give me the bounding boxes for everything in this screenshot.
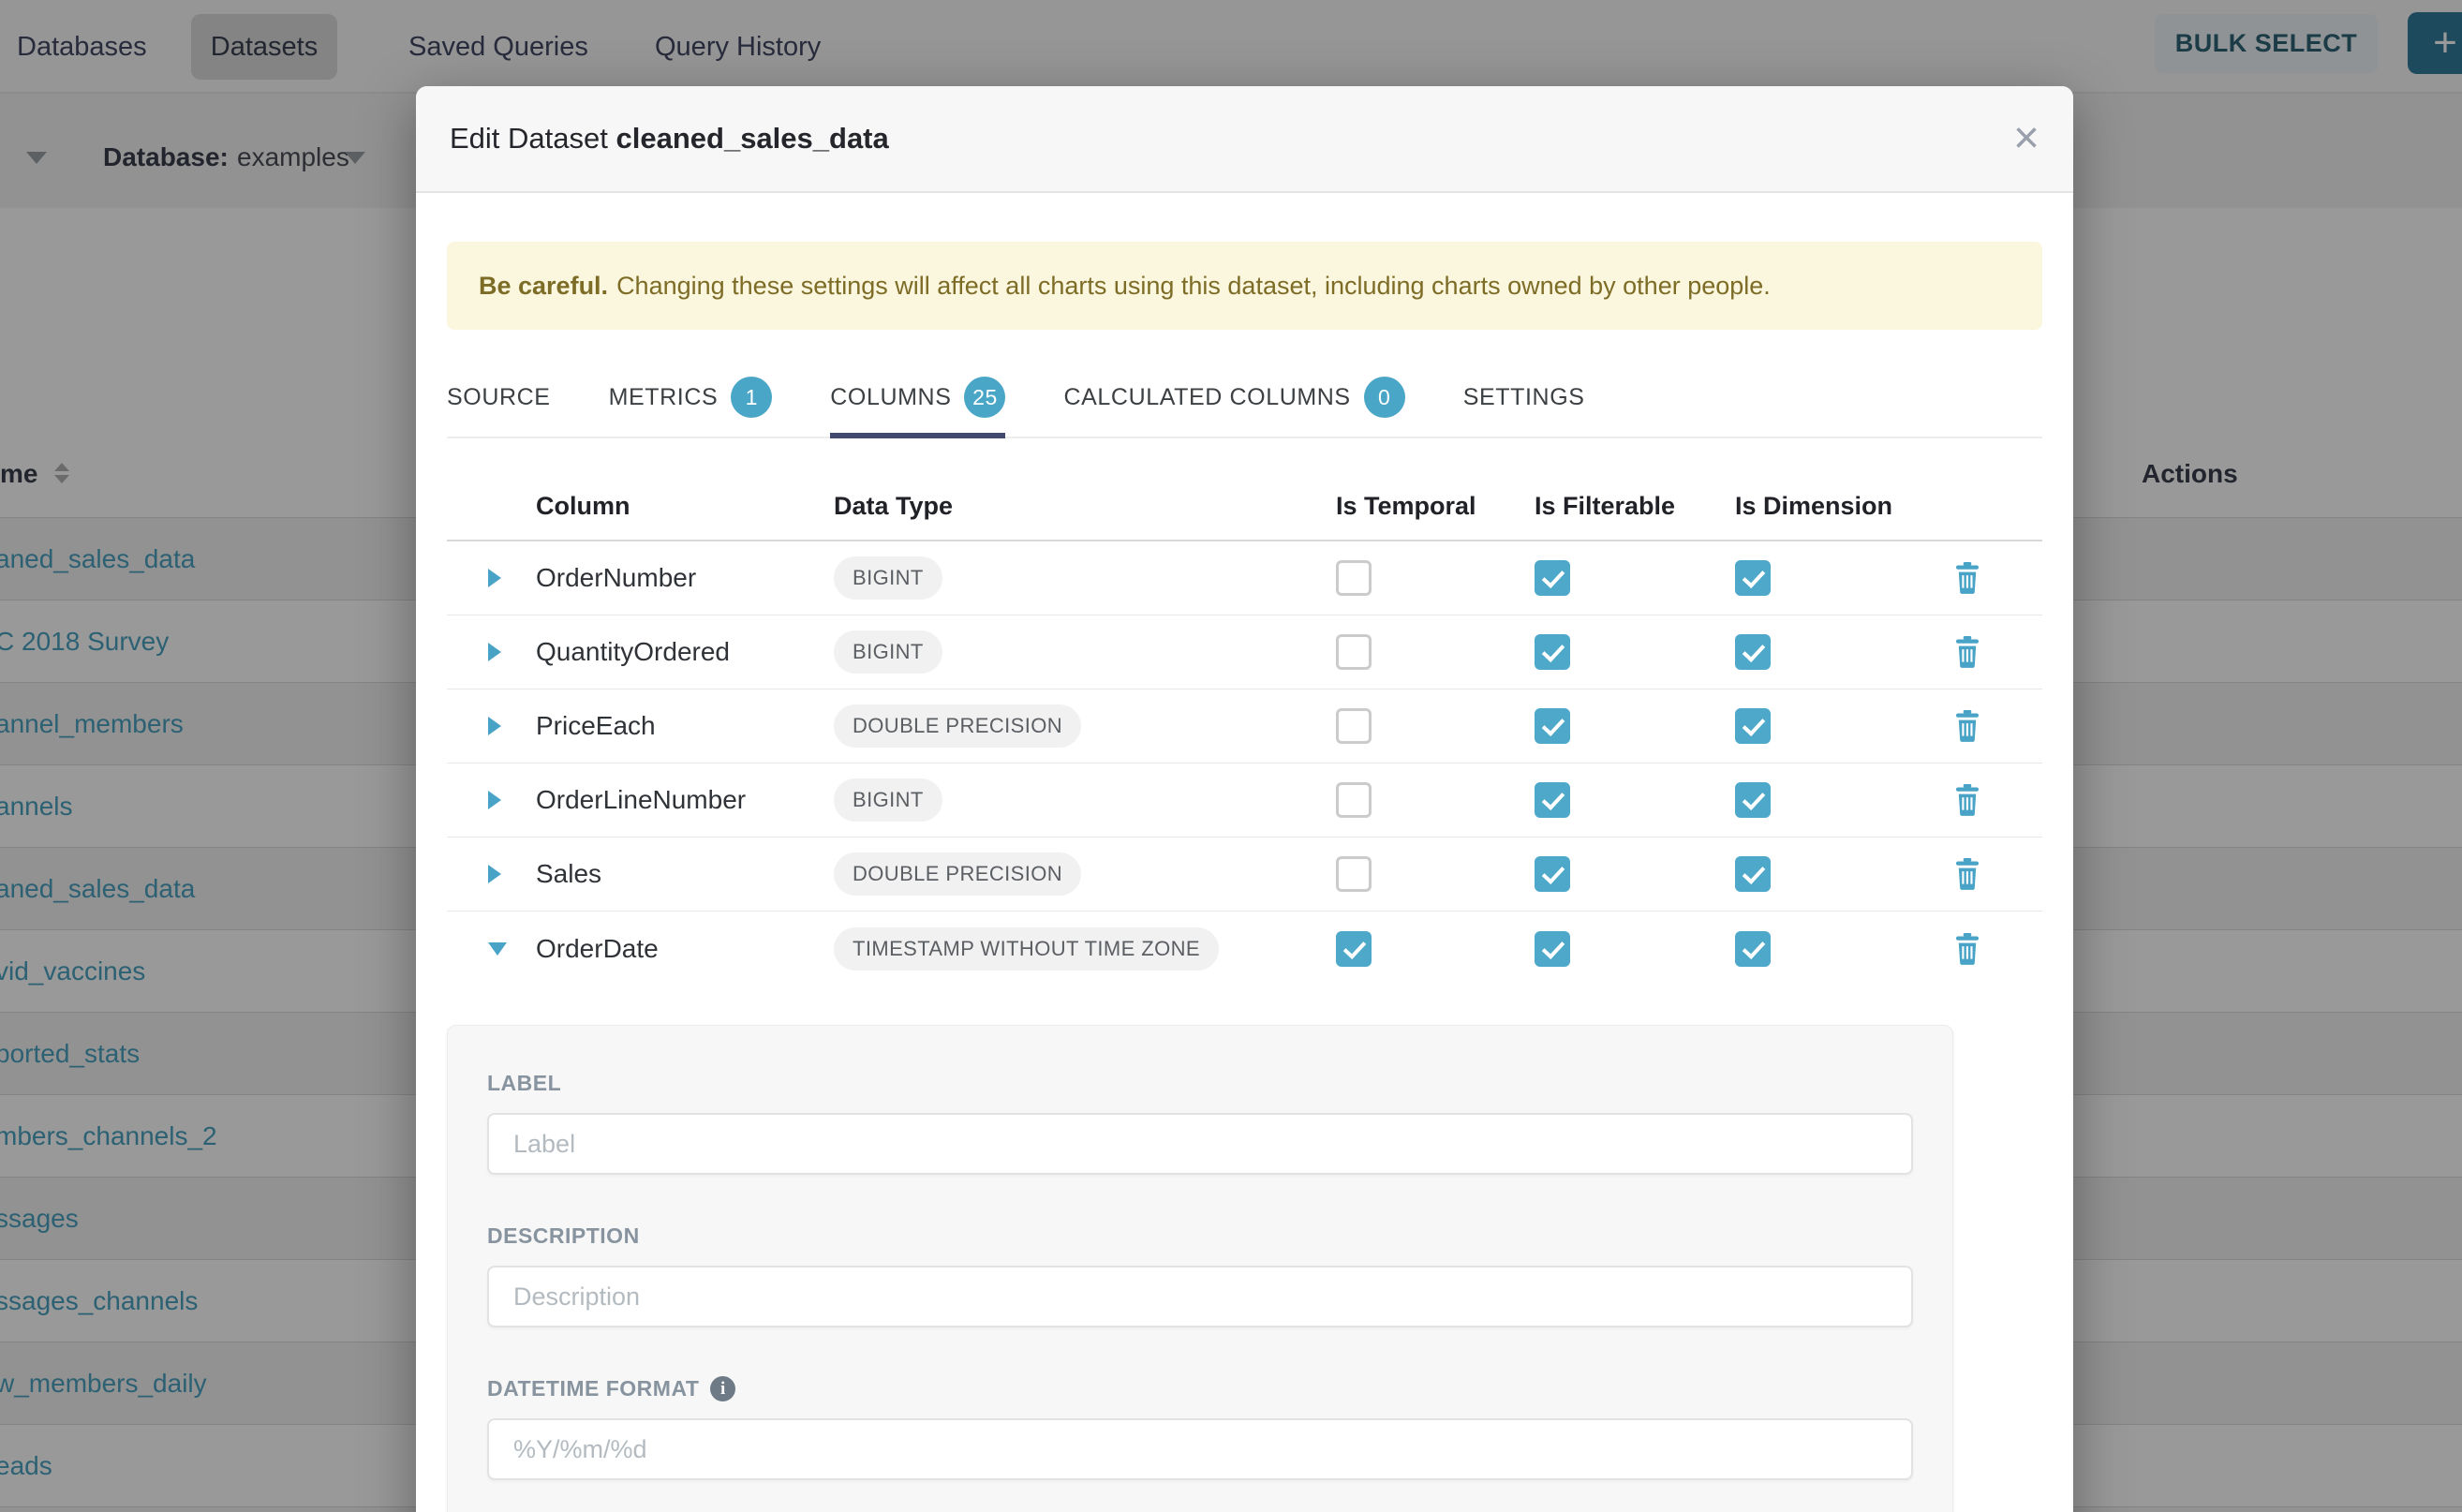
data-type-pill: TIMESTAMP WITHOUT TIME ZONE xyxy=(834,927,1219,971)
is-filterable-checkbox[interactable] xyxy=(1535,931,1570,967)
warning-banner: Be careful. Changing these settings will… xyxy=(447,242,2042,330)
column-row: OrderNumber BIGINT xyxy=(447,541,2042,615)
header-data-type: Data Type xyxy=(834,492,1336,521)
column-name: QuantityOrdered xyxy=(536,637,834,667)
column-row: PriceEach DOUBLE PRECISION xyxy=(447,689,2042,763)
columns-table-header: Column Data Type Is Temporal Is Filterab… xyxy=(447,438,2042,541)
is-dimension-checkbox[interactable] xyxy=(1735,931,1771,967)
datetime-format-field-label: DATETIME FORMAT i xyxy=(487,1376,1913,1401)
calculated-columns-count-badge: 0 xyxy=(1364,377,1405,418)
data-type-pill: DOUBLE PRECISION xyxy=(834,852,1081,896)
warning-banner-text: Changing these settings will affect all … xyxy=(616,272,1771,301)
info-icon[interactable]: i xyxy=(710,1376,735,1401)
screen: Databases Datasets Saved Queries Query H… xyxy=(0,0,2462,1512)
is-filterable-checkbox[interactable] xyxy=(1535,782,1570,818)
metrics-count-badge: 1 xyxy=(731,377,772,418)
trash-icon[interactable] xyxy=(1953,784,1981,816)
description-input[interactable] xyxy=(487,1266,1913,1327)
column-row: OrderDate TIMESTAMP WITHOUT TIME ZONE xyxy=(447,912,2042,986)
trash-icon[interactable] xyxy=(1953,562,1981,594)
label-input[interactable] xyxy=(487,1113,1913,1175)
modal-title-dataset-name: cleaned_sales_data xyxy=(616,122,889,155)
close-icon[interactable]: × xyxy=(2013,116,2039,161)
column-row: QuantityOrdered BIGINT xyxy=(447,615,2042,689)
tab-settings[interactable]: SETTINGS xyxy=(1463,377,1585,438)
datetime-format-input[interactable] xyxy=(487,1418,1913,1480)
column-detail-panel: LABEL DESCRIPTION DATETIME FORMAT i xyxy=(447,1025,1953,1512)
modal-header: Edit Dataset cleaned_sales_data × xyxy=(416,86,2073,193)
is-dimension-checkbox[interactable] xyxy=(1735,782,1771,818)
modal-body: Be careful. Changing these settings will… xyxy=(416,242,2073,1512)
is-temporal-checkbox[interactable] xyxy=(1336,931,1372,967)
column-name: Sales xyxy=(536,859,834,889)
header-is-temporal: Is Temporal xyxy=(1336,492,1535,521)
trash-icon[interactable] xyxy=(1953,710,1981,742)
is-temporal-checkbox[interactable] xyxy=(1336,708,1372,744)
column-name: PriceEach xyxy=(536,711,834,741)
data-type-pill: DOUBLE PRECISION xyxy=(834,704,1081,748)
expand-caret-icon[interactable] xyxy=(488,865,501,883)
expand-caret-icon[interactable] xyxy=(488,643,501,661)
description-field-label: DESCRIPTION xyxy=(487,1223,1913,1249)
tab-columns[interactable]: COLUMNS25 xyxy=(830,377,1005,438)
column-name: OrderNumber xyxy=(536,563,834,593)
is-temporal-checkbox[interactable] xyxy=(1336,634,1372,670)
modal-title-prefix: Edit Dataset xyxy=(450,122,608,155)
data-type-pill: BIGINT xyxy=(834,630,942,674)
is-temporal-checkbox[interactable] xyxy=(1336,782,1372,818)
is-temporal-checkbox[interactable] xyxy=(1336,856,1372,892)
expand-caret-icon[interactable] xyxy=(488,569,501,587)
column-row: Sales DOUBLE PRECISION xyxy=(447,838,2042,912)
modal-title: Edit Dataset cleaned_sales_data xyxy=(450,122,889,156)
trash-icon[interactable] xyxy=(1953,636,1981,668)
header-is-filterable: Is Filterable xyxy=(1535,492,1735,521)
is-filterable-checkbox[interactable] xyxy=(1535,560,1570,596)
tab-calculated-columns[interactable]: CALCULATED COLUMNS0 xyxy=(1063,377,1404,438)
expand-caret-icon[interactable] xyxy=(488,791,501,809)
edit-dataset-modal: Edit Dataset cleaned_sales_data × Be car… xyxy=(416,86,2073,1512)
trash-icon[interactable] xyxy=(1953,858,1981,890)
header-is-dimension: Is Dimension xyxy=(1735,492,1953,521)
collapse-caret-icon[interactable] xyxy=(488,942,507,956)
description-field-group: DESCRIPTION xyxy=(487,1223,1913,1327)
column-name: OrderDate xyxy=(536,934,834,964)
is-dimension-checkbox[interactable] xyxy=(1735,708,1771,744)
data-type-pill: BIGINT xyxy=(834,778,942,822)
column-row: OrderLineNumber BIGINT xyxy=(447,763,2042,838)
columns-count-badge: 25 xyxy=(964,377,1005,418)
data-type-pill: BIGINT xyxy=(834,556,942,600)
column-name: OrderLineNumber xyxy=(536,785,834,815)
datetime-format-field-group: DATETIME FORMAT i xyxy=(487,1376,1913,1480)
is-filterable-checkbox[interactable] xyxy=(1535,634,1570,670)
warning-banner-bold: Be careful. xyxy=(479,272,608,301)
header-column: Column xyxy=(536,492,834,521)
tab-source[interactable]: SOURCE xyxy=(447,377,551,438)
label-field-label: LABEL xyxy=(487,1071,1913,1096)
is-filterable-checkbox[interactable] xyxy=(1535,708,1570,744)
tab-metrics[interactable]: METRICS1 xyxy=(609,377,773,438)
trash-icon[interactable] xyxy=(1953,933,1981,965)
expand-caret-icon[interactable] xyxy=(488,717,501,735)
label-field-group: LABEL xyxy=(487,1071,1913,1175)
is-filterable-checkbox[interactable] xyxy=(1535,856,1570,892)
is-temporal-checkbox[interactable] xyxy=(1336,560,1372,596)
is-dimension-checkbox[interactable] xyxy=(1735,856,1771,892)
modal-tabs: SOURCE METRICS1 COLUMNS25 CALCULATED COL… xyxy=(447,377,2042,438)
is-dimension-checkbox[interactable] xyxy=(1735,634,1771,670)
is-dimension-checkbox[interactable] xyxy=(1735,560,1771,596)
